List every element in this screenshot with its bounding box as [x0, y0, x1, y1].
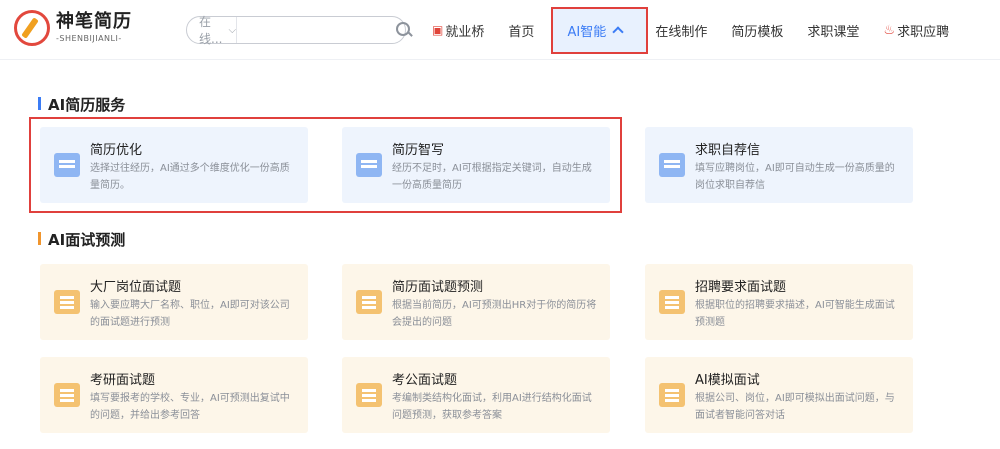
cover-letter-icon	[659, 153, 685, 177]
search-scope-select[interactable]: 在线... ⌵	[187, 15, 238, 46]
resume-interview-icon	[356, 290, 382, 314]
gift-icon: ▣	[432, 23, 444, 37]
pen-logo-icon	[14, 10, 50, 46]
nav-item-apply[interactable]: ♨ 求职应聘	[871, 0, 961, 60]
card-company-interview[interactable]: 大厂岗位面试题 输入要应聘大厂名称、职位，AI即可对该公司的面试题进行预测	[40, 264, 308, 340]
nav-item-label: AI智能	[567, 24, 607, 40]
card-desc: 根据公司、岗位，AI即可模拟出面试问题，与面试者智能问答对话	[695, 393, 895, 421]
logo-title: 神笔简历	[56, 11, 132, 32]
resume-write-icon	[356, 153, 382, 177]
card-resume-write[interactable]: 简历智写 经历不足时，AI可根据指定关键词，自动生成一份高质量简历	[342, 127, 610, 203]
nav-item-label: 简历模板	[731, 24, 784, 40]
chevron-down-icon: ⌵	[228, 24, 237, 36]
nav-item-templates[interactable]: 简历模板	[719, 0, 795, 60]
card-desc: 考编制类结构化面试，利用AI进行结构化面试问题预测，获取参考答案	[392, 393, 592, 421]
card-requirement-interview[interactable]: 招聘要求面试题 根据职位的招聘要求描述，AI可智能生成面试预测题	[645, 264, 913, 340]
nav-item-label: 就业桥	[445, 24, 485, 40]
chevron-up-icon	[612, 26, 624, 38]
card-postgrad-interview[interactable]: 考研面试题 填写要报考的学校、专业，AI可预测出复试中的问题，并给出参考回答	[40, 357, 308, 433]
search-input[interactable]	[237, 17, 396, 43]
card-mock-interview[interactable]: AI模拟面试 根据公司、岗位，AI即可模拟出面试问题，与面试者智能问答对话	[645, 357, 913, 433]
section-title-ai-interview: AI面试预测	[38, 229, 125, 250]
nav-item-classroom[interactable]: 求职课堂	[795, 0, 871, 60]
card-title: 求职自荐信	[695, 143, 761, 158]
card-desc: 根据当前简历，AI可预测出HR对于你的简历将会提出的问题	[392, 300, 597, 328]
main-nav: ▣ 就业桥 首页 AI智能 在线制作 简历模板 求职课堂 ♨ 求职应聘	[420, 0, 961, 60]
postgrad-interview-icon	[54, 383, 80, 407]
nav-item-ai[interactable]: AI智能	[546, 0, 643, 60]
site-logo[interactable]: 神笔简历 -SHENBIJIANLI-	[14, 10, 132, 46]
card-civil-service-interview[interactable]: 考公面试题 考编制类结构化面试，利用AI进行结构化面试问题预测，获取参考答案	[342, 357, 610, 433]
card-desc: 输入要应聘大厂名称、职位，AI即可对该公司的面试题进行预测	[90, 300, 290, 328]
card-resume-optimize[interactable]: 简历优化 选择过往经历，AI通过多个维度优化一份高质量简历。	[40, 127, 308, 203]
search-bar: 在线... ⌵	[186, 15, 411, 46]
card-title: 简历智写	[392, 143, 445, 158]
card-desc: 经历不足时，AI可根据指定关键词，自动生成一份高质量简历	[392, 163, 592, 191]
nav-item-label: 在线制作	[655, 24, 708, 40]
resume-optimize-icon	[54, 153, 80, 177]
card-title: 考公面试题	[392, 373, 458, 388]
mock-interview-icon	[659, 383, 685, 407]
section-title-ai-resume: AI简历服务	[38, 94, 125, 115]
top-header: 神笔简历 -SHENBIJIANLI- 在线... ⌵ ▣ 就业桥 首页 AI智…	[0, 0, 1000, 60]
fire-icon: ♨	[883, 22, 896, 38]
card-title: AI模拟面试	[695, 373, 760, 388]
search-scope-label: 在线...	[199, 15, 223, 46]
nav-item-label: 求职应聘	[897, 24, 950, 40]
card-desc: 根据职位的招聘要求描述，AI可智能生成面试预测题	[695, 300, 895, 328]
card-desc: 填写要报考的学校、专业，AI可预测出复试中的问题，并给出参考回答	[90, 393, 290, 421]
civil-service-interview-icon	[356, 383, 382, 407]
nav-item-label: 求职课堂	[807, 24, 860, 40]
card-title: 大厂岗位面试题	[90, 280, 182, 295]
requirement-interview-icon	[659, 290, 685, 314]
nav-item-online-make[interactable]: 在线制作	[643, 0, 719, 60]
company-interview-icon	[54, 290, 80, 314]
card-cover-letter[interactable]: 求职自荐信 填写应聘岗位，AI即可自动生成一份高质量的岗位求职自荐信	[645, 127, 913, 203]
card-title: 招聘要求面试题	[695, 280, 787, 295]
logo-subtitle: -SHENBIJIANLI-	[56, 34, 122, 43]
card-desc: 选择过往经历，AI通过多个维度优化一份高质量简历。	[90, 163, 290, 191]
nav-item-label: 首页	[508, 24, 535, 40]
card-desc: 填写应聘岗位，AI即可自动生成一份高质量的岗位求职自荐信	[695, 163, 895, 191]
nav-item-home[interactable]: 首页	[496, 0, 546, 60]
nav-item-jiuyeqiao[interactable]: ▣ 就业桥	[420, 0, 496, 60]
card-title: 简历面试题预测	[392, 280, 484, 295]
card-resume-interview[interactable]: 简历面试题预测 根据当前简历，AI可预测出HR对于你的简历将会提出的问题	[342, 264, 610, 340]
card-title: 简历优化	[90, 143, 143, 158]
card-title: 考研面试题	[90, 373, 156, 388]
